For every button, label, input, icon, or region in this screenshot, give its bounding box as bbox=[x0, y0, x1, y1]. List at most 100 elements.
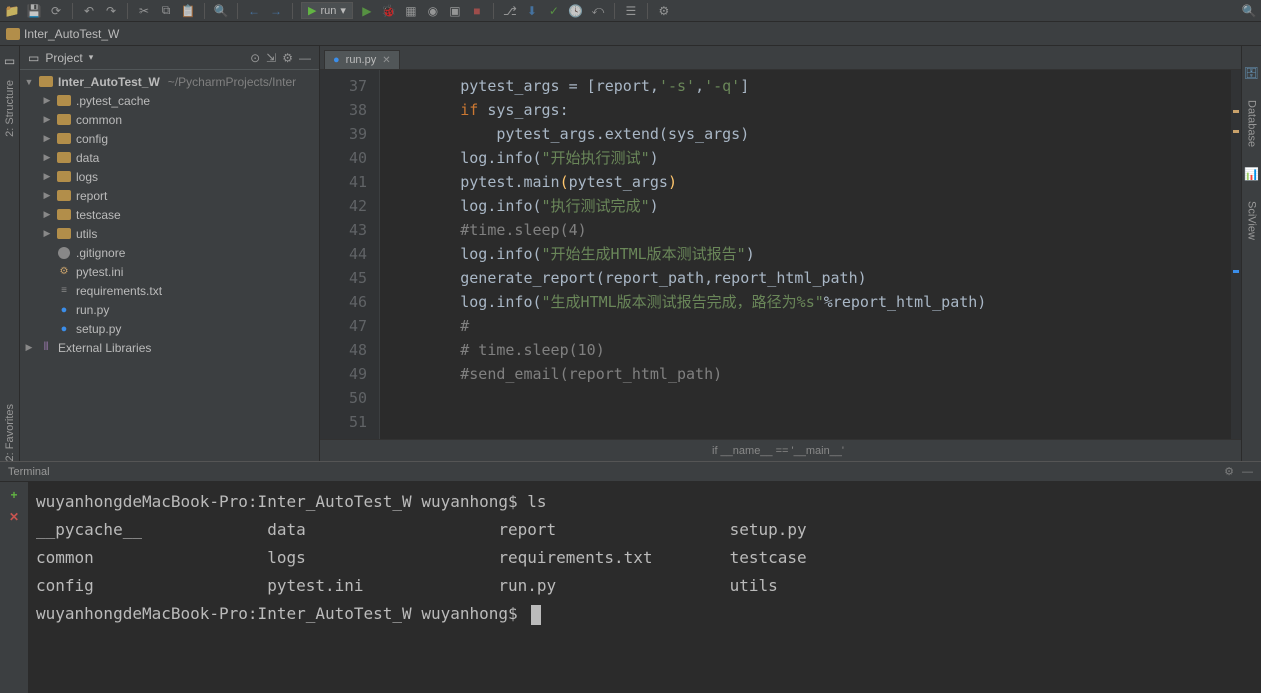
tree-item-label: setup.py bbox=[76, 322, 121, 336]
terminal-cursor bbox=[531, 605, 541, 625]
open-icon[interactable]: 📁 bbox=[4, 3, 20, 19]
sciview-icon[interactable]: 📊 bbox=[1244, 167, 1259, 181]
tree-item-data[interactable]: ▶ data bbox=[20, 148, 319, 167]
vcs-rollback-icon[interactable]: ⤺ bbox=[590, 3, 606, 19]
vcs-icon[interactable]: ⎇ bbox=[502, 3, 518, 19]
vcs-commit-icon[interactable]: ✓ bbox=[546, 3, 562, 19]
editor-breadcrumb: if __name__ == '__main__' bbox=[320, 439, 1241, 461]
line-gutter: 373839404142434445464748495051 bbox=[320, 70, 380, 439]
terminal-panel: Terminal ⚙ — + ✕ wuyanhongdeMacBook-Pro:… bbox=[0, 461, 1261, 693]
coverage-icon[interactable]: ▦ bbox=[403, 3, 419, 19]
gear-icon[interactable]: ⚙ bbox=[282, 51, 293, 65]
external-libraries-label: External Libraries bbox=[58, 341, 151, 355]
editor-scrollbar[interactable] bbox=[1231, 70, 1241, 439]
expand-arrow-icon[interactable]: ▶ bbox=[42, 209, 52, 220]
vcs-history-icon[interactable]: 🕓 bbox=[568, 3, 584, 19]
expand-arrow-icon[interactable]: ▶ bbox=[24, 342, 34, 353]
expand-arrow-icon[interactable]: ▶ bbox=[42, 152, 52, 163]
expand-arrow-icon[interactable]: ▶ bbox=[42, 114, 52, 125]
breadcrumb-project[interactable]: Inter_AutoTest_W bbox=[24, 27, 119, 41]
project-header: ▭ Project ▾ ⊙ ⇲ ⚙ — bbox=[20, 46, 319, 70]
tree-item-testcase[interactable]: ▶testcase bbox=[20, 205, 319, 224]
editor-tab-run-py[interactable]: ● run.py ✕ bbox=[324, 50, 400, 69]
structure-icon[interactable]: ☰ bbox=[623, 3, 639, 19]
back-icon[interactable]: ← bbox=[246, 3, 262, 19]
project-panel: ▭ Project ▾ ⊙ ⇲ ⚙ — ▼ Inter_AutoTest_W ~… bbox=[20, 46, 320, 461]
breadcrumb: Inter_AutoTest_W bbox=[0, 22, 1261, 46]
find-icon[interactable]: 🔍 bbox=[213, 3, 229, 19]
redo-icon[interactable]: ↷ bbox=[103, 3, 119, 19]
profile-icon[interactable]: ◉ bbox=[425, 3, 441, 19]
tree-item-common[interactable]: ▶common bbox=[20, 110, 319, 129]
tree-item--pytest_cache[interactable]: ▶ .pytest_cache bbox=[20, 91, 319, 110]
debug-icon[interactable]: 🐞 bbox=[381, 3, 397, 19]
forward-icon[interactable]: → bbox=[268, 3, 284, 19]
tree-item-logs[interactable]: ▶ logs bbox=[20, 167, 319, 186]
undo-icon[interactable]: ↶ bbox=[81, 3, 97, 19]
tree-item-label: config bbox=[76, 132, 108, 146]
expand-arrow-icon[interactable]: ▶ bbox=[42, 228, 52, 239]
save-icon[interactable]: 💾 bbox=[26, 3, 42, 19]
expand-arrow-icon[interactable]: ▶ bbox=[42, 171, 52, 182]
search-everywhere-icon[interactable]: 🔍 bbox=[1241, 3, 1257, 19]
database-tool-button[interactable]: Database bbox=[1246, 100, 1258, 147]
tree-item-label: logs bbox=[76, 170, 98, 184]
run-icon[interactable]: ▶ bbox=[359, 3, 375, 19]
favorites-tool-button[interactable]: 2: Favorites bbox=[4, 404, 16, 461]
settings-icon[interactable]: ⚙ bbox=[656, 3, 672, 19]
cut-icon[interactable]: ✂ bbox=[136, 3, 152, 19]
folder-icon bbox=[57, 95, 71, 106]
tree-root[interactable]: ▼ Inter_AutoTest_W ~/PycharmProjects/Int… bbox=[20, 72, 319, 91]
stop-icon[interactable]: ■ bbox=[469, 3, 485, 19]
tree-item-label: data bbox=[76, 151, 99, 165]
paste-icon[interactable]: 📋 bbox=[180, 3, 196, 19]
expand-arrow-icon[interactable]: ▶ bbox=[42, 133, 52, 144]
tree-item-utils[interactable]: ▶utils bbox=[20, 224, 319, 243]
project-icon: ▭ bbox=[28, 51, 39, 65]
expand-arrow-icon[interactable]: ▼ bbox=[24, 77, 34, 87]
collapse-icon[interactable]: ⇲ bbox=[266, 51, 276, 65]
structure-tool-button[interactable]: 2: Structure bbox=[4, 80, 16, 137]
folder-icon bbox=[39, 76, 53, 87]
tree-item--gitignore[interactable]: .gitignore bbox=[20, 243, 319, 262]
vcs-update-icon[interactable]: ⬇ bbox=[524, 3, 540, 19]
external-libraries[interactable]: ▶ ⫴ External Libraries bbox=[20, 338, 319, 357]
python-icon: ● bbox=[56, 322, 72, 336]
code-area[interactable]: pytest_args = [report,'-s','-q'] if sys_… bbox=[380, 70, 1241, 439]
terminal-output[interactable]: wuyanhongdeMacBook-Pro:Inter_AutoTest_W … bbox=[28, 482, 1261, 693]
folder-icon bbox=[57, 133, 71, 144]
new-session-icon[interactable]: + bbox=[10, 488, 17, 502]
close-icon[interactable]: ✕ bbox=[382, 55, 390, 66]
chevron-down-icon[interactable]: ▾ bbox=[89, 52, 94, 63]
tree-item-label: .pytest_cache bbox=[76, 94, 150, 108]
tree-item-setup-py[interactable]: ● setup.py bbox=[20, 319, 319, 338]
folder-icon bbox=[57, 171, 71, 182]
tree-root-path: ~/PycharmProjects/Inter bbox=[168, 75, 296, 89]
code-editor[interactable]: 373839404142434445464748495051 pytest_ar… bbox=[320, 70, 1241, 439]
tree-item-requirements-txt[interactable]: ≡requirements.txt bbox=[20, 281, 319, 300]
gear-icon[interactable]: ⚙ bbox=[1224, 465, 1234, 478]
run-config-combo[interactable]: ▶ run ▾ bbox=[301, 2, 353, 19]
project-tree[interactable]: ▼ Inter_AutoTest_W ~/PycharmProjects/Int… bbox=[20, 70, 319, 461]
project-tool-button[interactable]: ▭ bbox=[4, 54, 15, 68]
text-icon: ≡ bbox=[56, 284, 72, 298]
hide-icon[interactable]: — bbox=[299, 51, 311, 65]
tree-item-run-py[interactable]: ●run.py bbox=[20, 300, 319, 319]
tree-item-report[interactable]: ▶report bbox=[20, 186, 319, 205]
refresh-icon[interactable]: ⟳ bbox=[48, 3, 64, 19]
locate-icon[interactable]: ⊙ bbox=[250, 51, 260, 65]
git-icon bbox=[56, 246, 72, 260]
folder-icon bbox=[57, 190, 71, 201]
tree-item-config[interactable]: ▶ config bbox=[20, 129, 319, 148]
tree-item-pytest-ini[interactable]: ⚙pytest.ini bbox=[20, 262, 319, 281]
project-title: Project bbox=[45, 51, 82, 65]
hide-icon[interactable]: — bbox=[1242, 466, 1253, 478]
attach-icon[interactable]: ▣ bbox=[447, 3, 463, 19]
copy-icon[interactable]: ⧉ bbox=[158, 3, 174, 19]
sciview-tool-button[interactable]: SciView bbox=[1246, 201, 1258, 240]
database-icon[interactable]: 🗄 bbox=[1244, 66, 1259, 80]
ini-icon: ⚙ bbox=[56, 265, 72, 279]
expand-arrow-icon[interactable]: ▶ bbox=[42, 95, 52, 106]
expand-arrow-icon[interactable]: ▶ bbox=[42, 190, 52, 201]
close-session-icon[interactable]: ✕ bbox=[9, 510, 19, 524]
